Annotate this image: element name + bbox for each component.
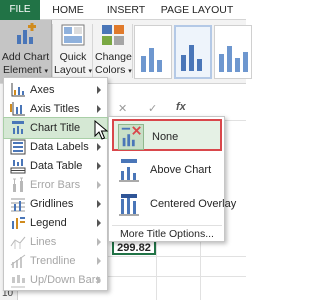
submenu-item-above-chart[interactable]: Above Chart bbox=[112, 154, 222, 186]
data-labels-icon bbox=[10, 139, 26, 155]
ribbon-tab-bar: FILE HOME INSERT PAGE LAYOUT bbox=[0, 0, 246, 20]
menu-item-lines: Lines bbox=[4, 232, 107, 252]
menu-item-error-bars: Error Bars bbox=[4, 175, 107, 195]
chart-style-preview-icon bbox=[141, 48, 162, 72]
chart-styles-gallery bbox=[134, 25, 252, 79]
chart-style-preview-icon bbox=[219, 46, 248, 72]
menu-item-label: Gridlines bbox=[30, 198, 74, 210]
no-title-icon bbox=[118, 124, 144, 150]
above-chart-title-icon bbox=[119, 159, 139, 182]
chevron-right-icon bbox=[97, 219, 101, 227]
menu-item-label: Chart Title bbox=[30, 122, 81, 134]
axes-icon bbox=[11, 83, 25, 97]
quick-layout-label-1: Quick bbox=[59, 51, 87, 63]
add-chart-label-1: Add Chart bbox=[1, 51, 50, 63]
menu-item-legend[interactable]: Legend bbox=[4, 213, 107, 233]
tab-insert[interactable]: INSERT bbox=[96, 0, 156, 20]
up-down-bars-icon bbox=[11, 275, 25, 288]
chevron-right-icon bbox=[97, 86, 101, 94]
axis-titles-icon bbox=[10, 102, 25, 116]
chevron-right-icon bbox=[97, 257, 101, 265]
chart-style-thumbnail[interactable] bbox=[214, 25, 252, 79]
ribbon-divider bbox=[132, 24, 133, 78]
chevron-right-icon bbox=[97, 181, 101, 189]
quick-layout-icon bbox=[61, 24, 85, 46]
centered-overlay-title-icon bbox=[119, 194, 139, 216]
chevron-right-icon bbox=[97, 105, 101, 113]
menu-item-label: Data Table bbox=[30, 160, 83, 172]
error-bars-icon bbox=[13, 177, 23, 192]
chevron-right-icon bbox=[97, 200, 101, 208]
change-colors-button[interactable]: Change Colors ▾ bbox=[95, 20, 132, 83]
menu-item-label: Error Bars bbox=[30, 179, 81, 191]
add-chart-element-menu: Axes Axis Titles Chart Title Data Labels… bbox=[3, 77, 108, 291]
insert-function-button[interactable]: fx bbox=[176, 101, 186, 113]
chart-title-icon bbox=[12, 121, 24, 134]
chart-style-preview-icon bbox=[181, 45, 202, 71]
color-palette-icon bbox=[102, 25, 124, 45]
add-chart-element-button[interactable]: Add Chart Element ▾ bbox=[0, 20, 52, 83]
ribbon-divider bbox=[52, 24, 53, 78]
add-chart-label-2: Element ▾ bbox=[3, 64, 48, 76]
menu-item-axis-titles[interactable]: Axis Titles bbox=[4, 99, 107, 119]
data-table-icon bbox=[10, 159, 26, 174]
menu-item-gridlines[interactable]: Gridlines bbox=[4, 194, 107, 214]
submenu-item-label: None bbox=[152, 131, 179, 143]
menu-item-data-labels[interactable]: Data Labels bbox=[4, 137, 107, 157]
tab-home[interactable]: HOME bbox=[40, 0, 96, 20]
mouse-cursor-icon bbox=[94, 120, 108, 140]
menu-item-label: Axis Titles bbox=[30, 103, 80, 115]
submenu-item-label: Above Chart bbox=[150, 164, 212, 176]
change-colors-label-2: Colors ▾ bbox=[95, 64, 132, 76]
tab-page-layout[interactable]: PAGE LAYOUT bbox=[156, 0, 238, 20]
lines-icon bbox=[10, 236, 26, 249]
chevron-down-icon: ▾ bbox=[44, 68, 48, 75]
menu-item-axes[interactable]: Axes bbox=[4, 80, 107, 100]
chevron-right-icon bbox=[97, 276, 101, 284]
menu-item-chart-title[interactable]: Chart Title bbox=[3, 117, 108, 139]
chart-style-thumbnail-selected[interactable] bbox=[174, 25, 212, 79]
menu-item-label: Up/Down Bars bbox=[30, 274, 101, 286]
chevron-right-icon bbox=[97, 238, 101, 246]
submenu-item-centered-overlay[interactable]: Centered Overlay bbox=[112, 188, 236, 220]
chevron-right-icon bbox=[97, 162, 101, 170]
menu-item-label: Lines bbox=[30, 236, 57, 248]
submenu-item-none[interactable]: None bbox=[112, 119, 222, 151]
menu-item-trendline: Trendline bbox=[4, 251, 107, 271]
chevron-right-icon bbox=[97, 143, 101, 151]
ribbon: Add Chart Element ▾ Quick Layout ▾ Chang… bbox=[0, 20, 252, 84]
trendline-icon bbox=[10, 254, 26, 268]
menu-item-label: Axes bbox=[30, 84, 55, 96]
menu-item-up-down-bars: Up/Down Bars bbox=[4, 270, 107, 290]
ribbon-divider bbox=[92, 24, 93, 78]
chart-title-submenu: None Above Chart Centered Overlay More T… bbox=[108, 116, 236, 242]
gridlines-icon bbox=[11, 198, 25, 212]
menu-item-label: Data Labels bbox=[30, 141, 89, 153]
cancel-entry-icon[interactable]: ✕ bbox=[118, 102, 127, 115]
submenu-item-label: Centered Overlay bbox=[150, 198, 237, 210]
quick-layout-label-2: Layout ▾ bbox=[54, 64, 92, 76]
menu-item-label: Trendline bbox=[30, 255, 76, 267]
chart-style-thumbnail[interactable] bbox=[134, 25, 172, 79]
menu-item-label: Legend bbox=[30, 217, 67, 229]
change-colors-label-1: Change bbox=[95, 51, 132, 63]
quick-layout-button[interactable]: Quick Layout ▾ bbox=[54, 20, 92, 83]
more-title-options-link[interactable]: More Title Options... bbox=[112, 225, 222, 241]
legend-icon bbox=[12, 217, 25, 229]
add-chart-element-icon bbox=[17, 23, 36, 44]
tab-file[interactable]: FILE bbox=[0, 0, 40, 20]
enter-entry-icon[interactable]: ✓ bbox=[148, 102, 157, 115]
menu-item-data-table[interactable]: Data Table bbox=[4, 156, 107, 176]
